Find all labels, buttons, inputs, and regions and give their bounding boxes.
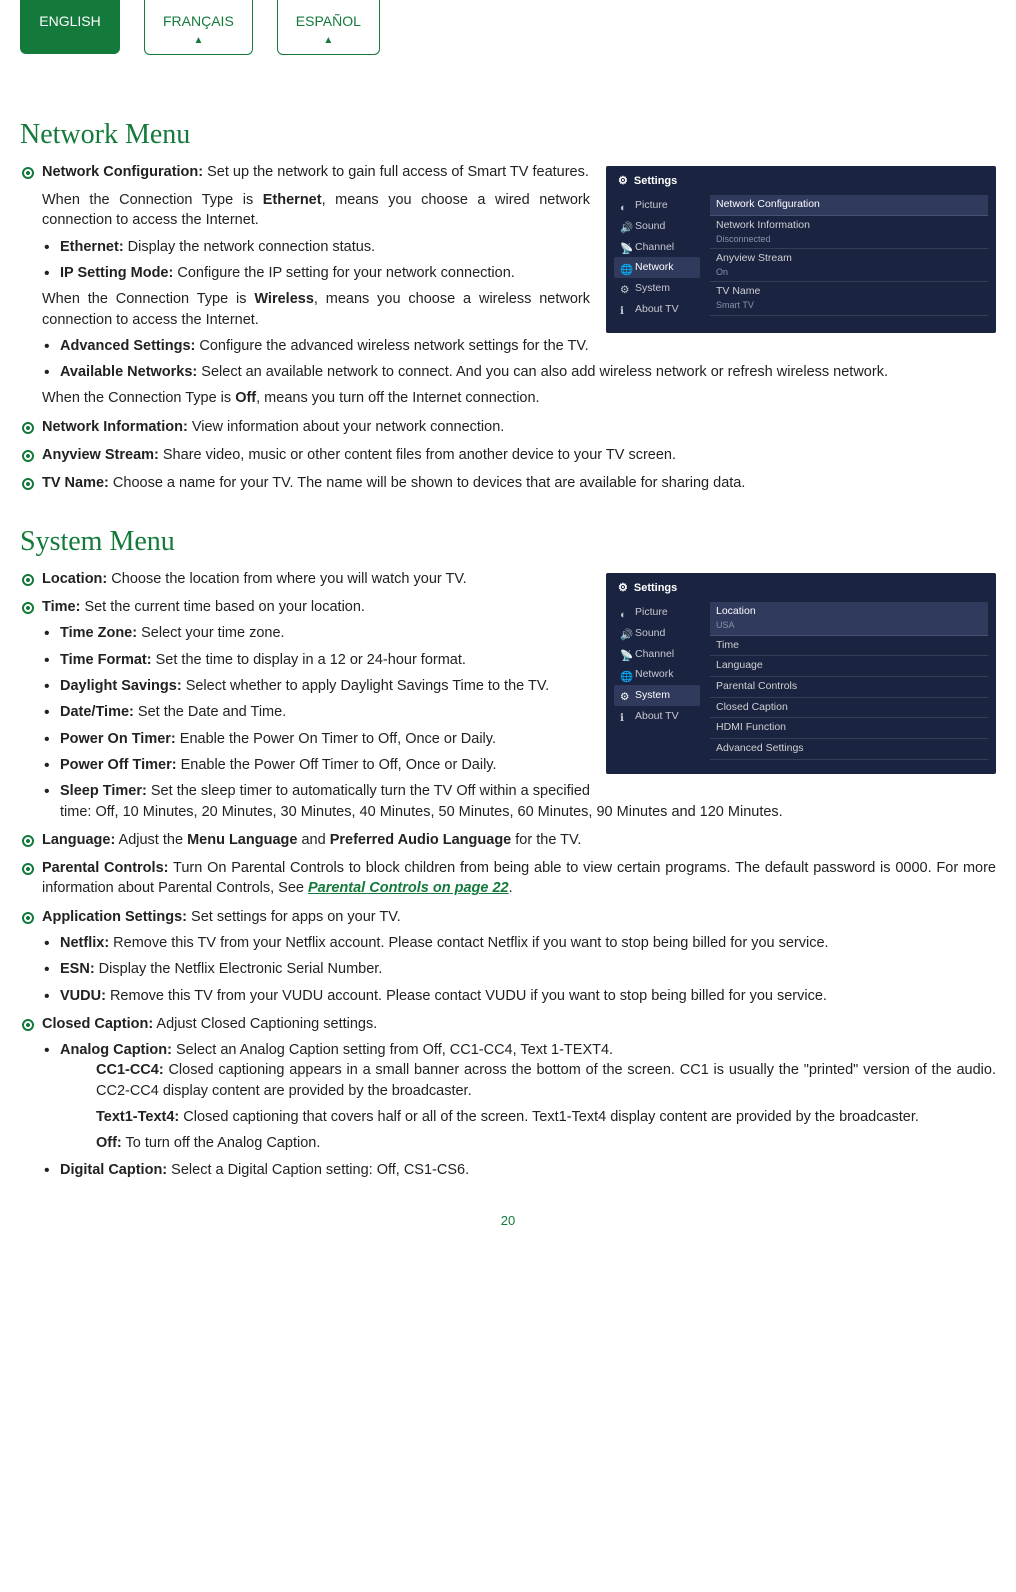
tab-label: FRANÇAIS (163, 13, 234, 29)
item-date-time: Date/Time: Set the Date and Time. (42, 702, 996, 722)
item-available-networks: Available Networks: Select an available … (42, 362, 996, 382)
item-daylight-savings: Daylight Savings: Select whether to appl… (42, 676, 996, 696)
language-tabs: ENGLISH ▲ FRANÇAIS ▲ ESPAÑOL ▲ (20, 0, 996, 55)
tab-label: ENGLISH (39, 13, 100, 29)
item-analog-caption: Analog Caption: Select an Analog Caption… (42, 1040, 996, 1153)
item-parental-controls: Parental Controls: Turn On Parental Cont… (20, 858, 996, 899)
link-parental-controls[interactable]: Parental Controls on page 22 (308, 880, 509, 896)
item-cc1-cc4: CC1-CC4: Closed captioning appears in a … (60, 1060, 996, 1101)
tab-english[interactable]: ENGLISH ▲ (20, 0, 120, 54)
tab-label: ESPAÑOL (296, 13, 361, 29)
heading-network-menu: Network Menu (20, 115, 996, 154)
item-text1-text4: Text1-Text4: Closed captioning that cove… (60, 1107, 996, 1127)
item-location: Location: Choose the location from where… (20, 569, 996, 589)
item-anyview-stream: Anyview Stream: Share video, music or ot… (20, 445, 996, 465)
item-digital-caption: Digital Caption: Select a Digital Captio… (42, 1160, 996, 1180)
item-netflix: Netflix: Remove this TV from your Netfli… (42, 933, 996, 953)
item-tv-name: TV Name: Choose a name for your TV. The … (20, 473, 996, 493)
page-number: 20 (20, 1212, 996, 1230)
item-time: Time: Set the current time based on your… (20, 597, 996, 822)
item-time-format: Time Format: Set the time to display in … (42, 650, 996, 670)
item-time-zone: Time Zone: Select your time zone. (42, 623, 996, 643)
item-power-on-timer: Power On Timer: Enable the Power On Time… (42, 729, 996, 749)
item-sleep-timer: Sleep Timer: Set the sleep timer to auto… (42, 781, 996, 822)
item-advanced-settings: Advanced Settings: Configure the advance… (42, 336, 996, 356)
item-network-configuration: Network Configuration: Set up the networ… (20, 162, 996, 409)
heading-system-menu: System Menu (20, 522, 996, 561)
item-power-off-timer: Power Off Timer: Enable the Power Off Ti… (42, 755, 996, 775)
item-caption-off: Off: To turn off the Analog Caption. (60, 1133, 996, 1153)
chevron-up-icon: ▲ (296, 34, 361, 48)
tab-francais[interactable]: FRANÇAIS ▲ (144, 0, 253, 55)
item-ethernet: Ethernet: Display the network connection… (42, 237, 996, 257)
item-language: Language: Adjust the Menu Language and P… (20, 830, 996, 850)
tab-espanol[interactable]: ESPAÑOL ▲ (277, 0, 380, 55)
item-esn: ESN: Display the Netflix Electronic Seri… (42, 959, 996, 979)
item-application-settings: Application Settings: Set settings for a… (20, 907, 996, 1006)
chevron-up-icon: ▲ (163, 34, 234, 48)
item-vudu: VUDU: Remove this TV from your VUDU acco… (42, 986, 996, 1006)
item-ip-setting-mode: IP Setting Mode: Configure the IP settin… (42, 263, 996, 283)
item-closed-caption: Closed Caption: Adjust Closed Captioning… (20, 1014, 996, 1180)
item-network-information: Network Information: View information ab… (20, 417, 996, 437)
